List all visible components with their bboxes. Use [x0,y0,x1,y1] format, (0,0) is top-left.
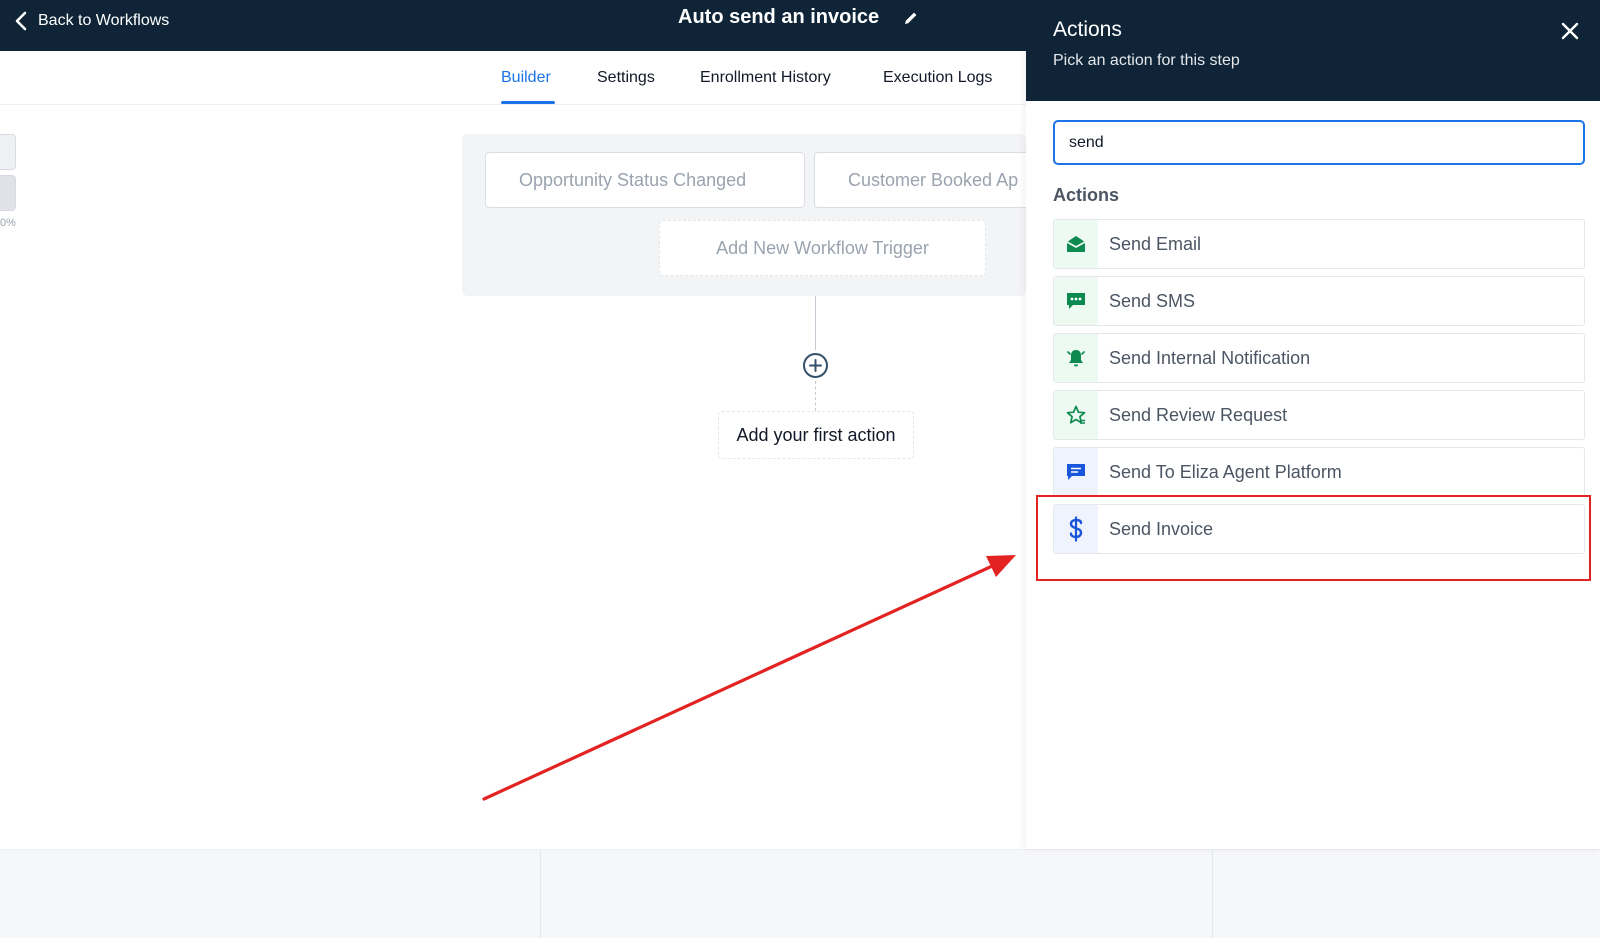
action-icon-box [1054,334,1098,382]
action-send-email[interactable]: Send Email [1053,219,1585,269]
back-to-workflows-link[interactable]: Back to Workflows [12,10,169,32]
action-send-internal-notification[interactable]: Send Internal Notification [1053,333,1585,383]
bottom-panel [0,849,1600,938]
chat-icon [1067,293,1085,309]
active-tab-indicator [501,101,555,104]
trigger-opportunity-status-changed[interactable]: Opportunity Status Changed [485,152,805,208]
action-icon-box [1054,220,1098,268]
drawer-title: Actions [1053,18,1122,41]
action-icon-box [1054,448,1098,496]
action-label: Send Review Request [1109,405,1288,425]
bottom-divider [540,850,541,938]
action-send-sms[interactable]: Send SMS [1053,276,1585,326]
add-first-action-button[interactable]: Add your first action [718,411,914,459]
zoom-out-button[interactable] [0,175,16,211]
envelope-icon [1066,236,1086,252]
drawer-header: Actions Pick an action for this step [1026,0,1600,101]
action-label: Send To Eliza Agent Platform [1109,462,1342,482]
dollar-icon [1069,516,1083,542]
workflow-tabs: Builder Settings Enrollment History Exec… [0,51,1026,105]
star-icon [1066,405,1086,424]
message-icon [1067,464,1085,480]
workflow-title: Auto send an invoice [678,6,880,28]
action-label: Send Internal Notification [1109,348,1311,368]
close-icon[interactable] [1558,19,1582,43]
tab-execution-logs[interactable]: Execution Logs [883,69,992,87]
action-label: Send SMS [1109,291,1196,311]
action-icon-box [1054,505,1098,553]
tab-builder[interactable]: Builder [501,69,551,87]
action-label: Send Email [1109,234,1202,254]
trigger-customer-booked[interactable]: Customer Booked Ap [814,152,1026,208]
connector-line [815,296,816,350]
actions-section-label: Actions [1053,185,1120,205]
trigger-panel: Opportunity Status Changed Customer Book… [462,134,1026,296]
actions-drawer: Actions Pick an action for this step Act… [1026,0,1600,849]
add-action-plus-icon[interactable] [802,352,829,379]
tab-settings[interactable]: Settings [597,69,655,87]
action-send-invoice[interactable]: Send Invoice [1053,504,1585,554]
action-search-input[interactable] [1053,120,1585,165]
action-send-to-eliza-agent-platform[interactable]: Send To Eliza Agent Platform [1053,447,1585,497]
connector-dashed-line [815,381,816,411]
bell-icon [1067,350,1085,367]
chevron-left-icon [15,11,27,31]
bottom-divider [1212,850,1213,938]
action-icon-box [1054,391,1098,439]
drawer-subtitle: Pick an action for this step [1053,52,1240,69]
pencil-icon[interactable] [902,9,920,27]
add-workflow-trigger-button[interactable]: Add New Workflow Trigger [659,220,986,276]
action-label: Send Invoice [1109,519,1214,539]
zoom-in-button[interactable] [0,134,16,170]
back-link-label: Back to Workflows [38,12,170,29]
top-header: Back to Workflows Auto send an invoice [0,0,1026,51]
zoom-level: 0% [0,217,16,229]
tab-enrollment-history[interactable]: Enrollment History [700,69,831,87]
action-send-review-request[interactable]: Send Review Request [1053,390,1585,440]
action-icon-box [1054,277,1098,325]
